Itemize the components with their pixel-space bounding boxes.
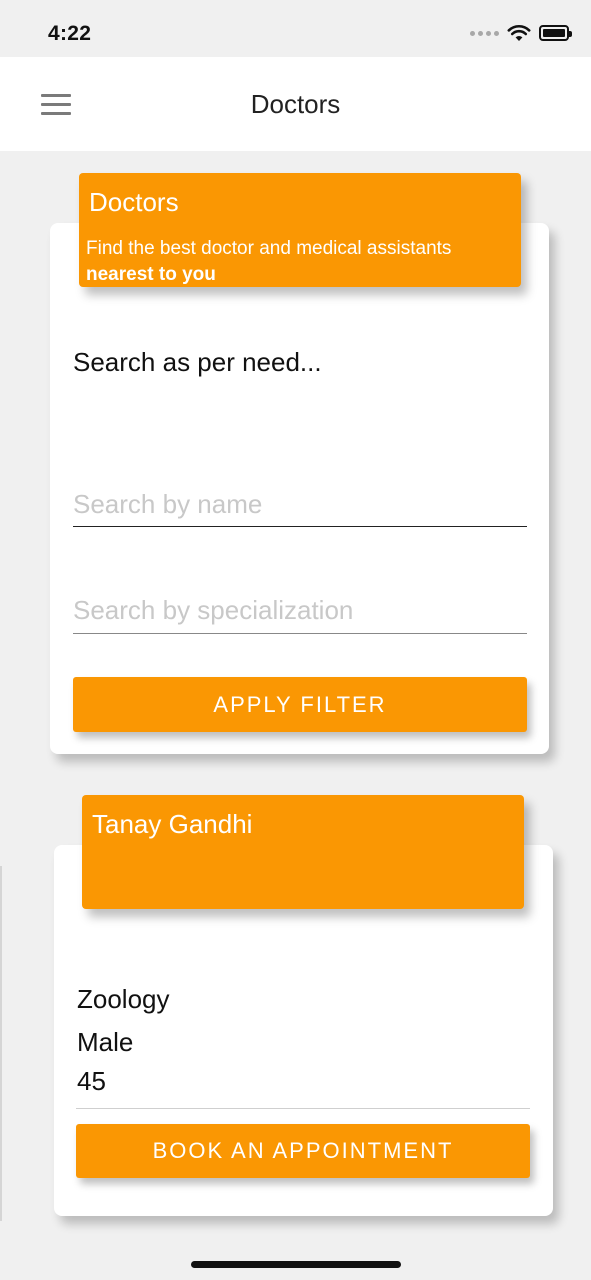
filter-card-banner: Doctors Find the best doctor and medical… — [79, 173, 521, 287]
search-by-specialization-input[interactable] — [73, 588, 527, 632]
status-icons — [470, 24, 572, 42]
wifi-icon — [507, 24, 531, 41]
home-indicator[interactable] — [191, 1261, 401, 1268]
book-appointment-button[interactable]: BOOK AN APPOINTMENT — [76, 1124, 530, 1178]
search-by-name-input[interactable] — [73, 482, 527, 526]
battery-icon — [539, 25, 572, 41]
doctor-gender: Male — [77, 1027, 134, 1057]
status-bar: 4:22 — [0, 0, 591, 57]
signal-icon — [470, 30, 499, 36]
previous-card-edge — [0, 866, 2, 1221]
doctor-card-banner: Tanay Gandhi — [82, 795, 524, 909]
search-heading: Search as per need... — [73, 347, 322, 377]
doctor-card-divider — [76, 1108, 530, 1109]
doctor-name: Tanay Gandhi — [92, 809, 253, 839]
app-header: Doctors — [0, 57, 591, 151]
page-title: Doctors — [250, 89, 341, 119]
filter-banner-subtitle-text: Find the best doctor and medical assista… — [86, 238, 452, 259]
doctor-age: 45 — [77, 1066, 106, 1096]
apply-filter-button[interactable]: APPLY FILTER — [73, 677, 527, 732]
specialization-field-underline — [73, 633, 527, 634]
status-time: 4:22 — [48, 22, 92, 45]
filter-banner-title: Doctors — [89, 187, 179, 217]
name-field-underline — [73, 526, 527, 527]
doctor-specialization: Zoology — [77, 984, 170, 1014]
filter-banner-subtitle: Find the best doctor and medical assista… — [86, 236, 451, 288]
filter-banner-subtitle-bold: nearest to you — [86, 264, 216, 285]
